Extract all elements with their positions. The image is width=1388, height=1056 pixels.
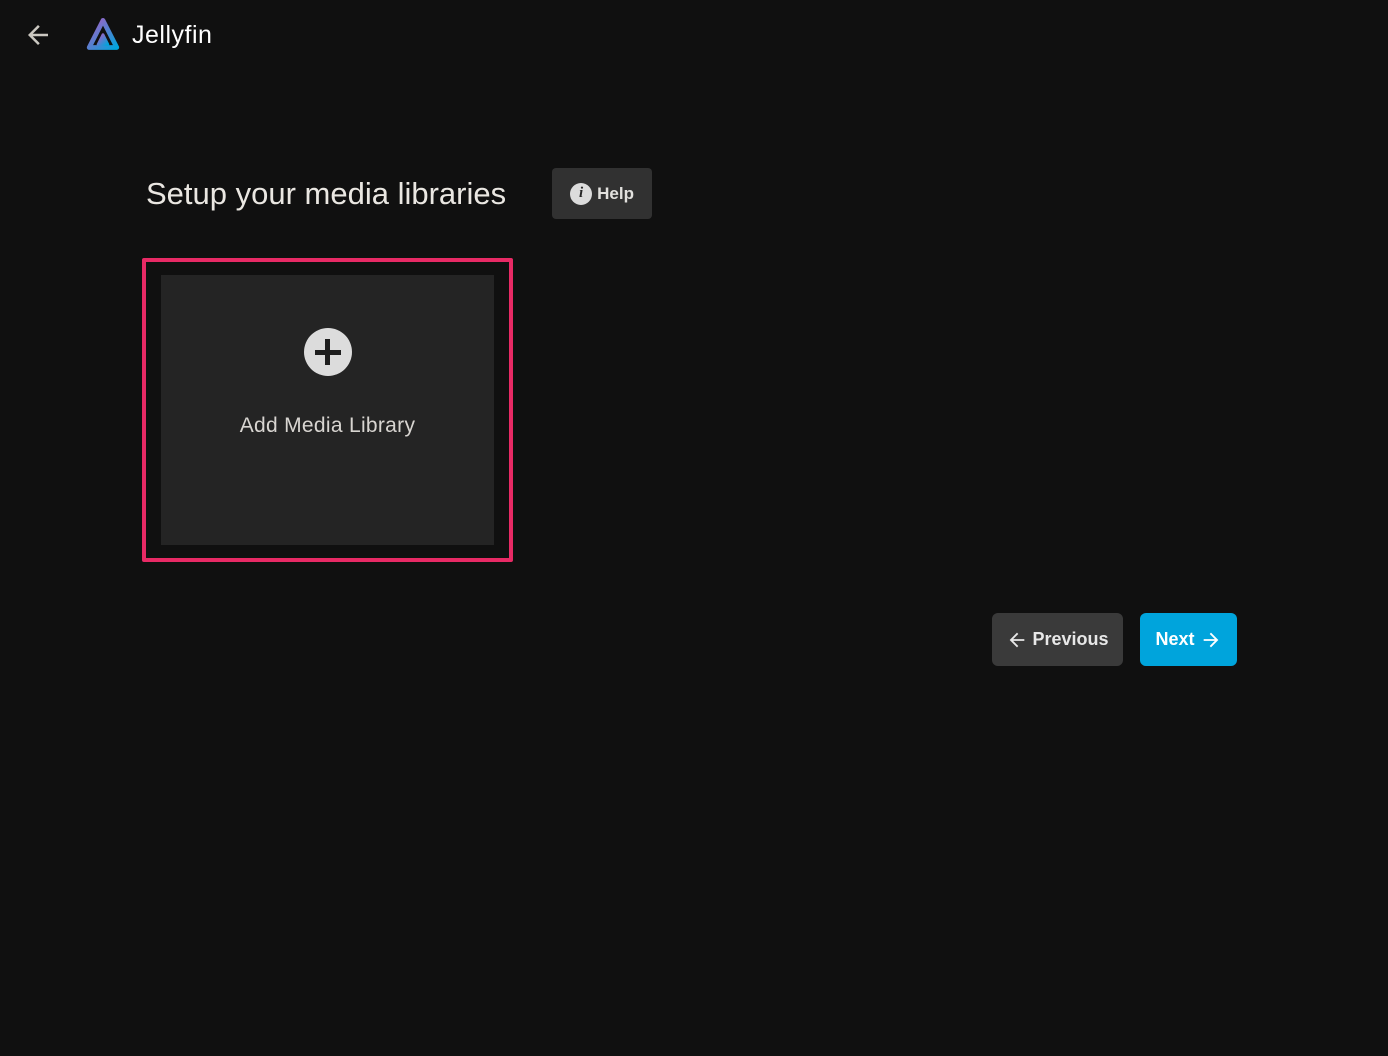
app-name: Jellyfin — [132, 21, 212, 50]
page-title: Setup your media libraries — [146, 176, 506, 212]
add-library-card-label: Add Media Library — [240, 414, 416, 438]
info-icon: i — [570, 183, 592, 205]
arrow-back-icon — [23, 20, 53, 50]
jellyfin-logo-icon — [82, 13, 124, 57]
arrow-right-icon — [1200, 629, 1222, 651]
add-library-card[interactable]: Add Media Library — [142, 258, 513, 562]
back-button[interactable] — [16, 13, 60, 57]
previous-button-label: Previous — [1032, 629, 1108, 650]
next-button[interactable]: Next — [1140, 613, 1237, 666]
plus-icon — [304, 328, 352, 376]
help-button-label: Help — [597, 184, 634, 204]
top-bar: Jellyfin — [0, 0, 1388, 70]
add-library-card-inner: Add Media Library — [161, 275, 494, 545]
arrow-left-icon — [1006, 629, 1028, 651]
help-button[interactable]: i Help — [552, 168, 652, 219]
title-row: Setup your media libraries i Help — [146, 168, 652, 219]
wizard-nav: Previous Next — [992, 613, 1237, 666]
previous-button[interactable]: Previous — [992, 613, 1123, 666]
app-logo: Jellyfin — [82, 13, 212, 57]
next-button-label: Next — [1155, 629, 1194, 650]
